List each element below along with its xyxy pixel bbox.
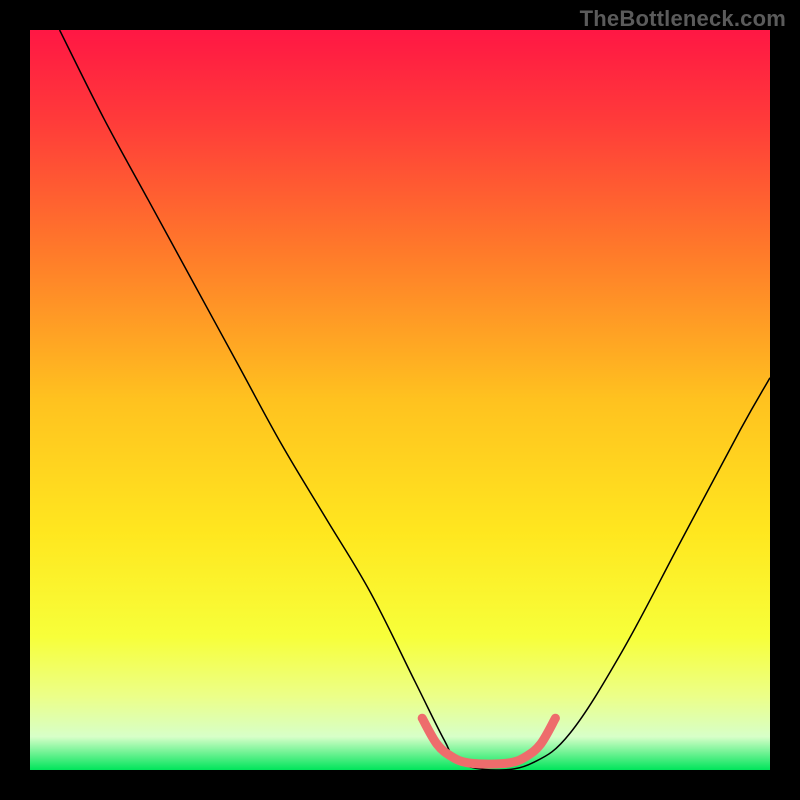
plot-area: [30, 30, 770, 770]
chart-frame: TheBottleneck.com: [0, 0, 800, 800]
watermark-text: TheBottleneck.com: [580, 6, 786, 32]
gradient-background: [30, 30, 770, 770]
chart-svg: [30, 30, 770, 770]
